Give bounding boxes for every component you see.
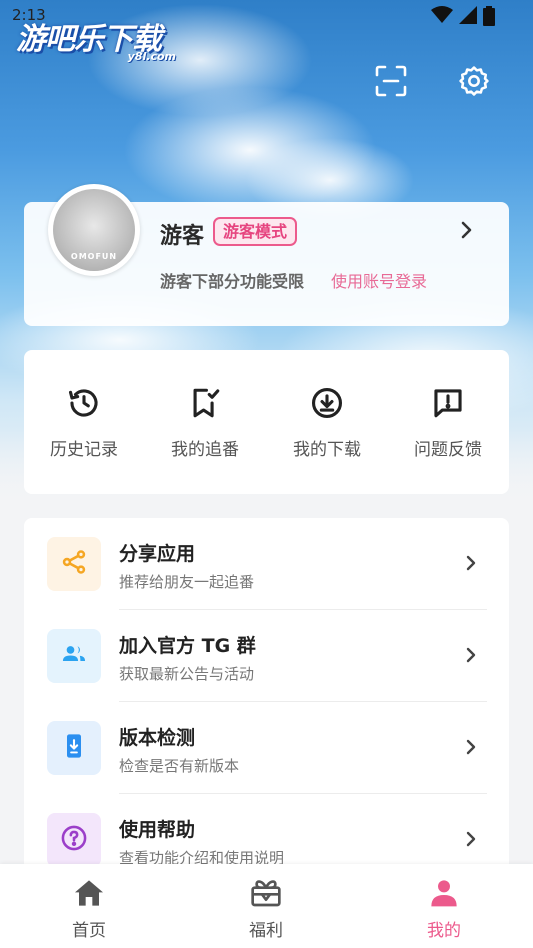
chevron-right-icon (464, 738, 478, 760)
menu-subtitle: 检查是否有新版本 (119, 757, 240, 775)
battery-icon (483, 6, 495, 30)
menu-title: 版本检测 (119, 727, 196, 749)
nav-label: 首页 (72, 921, 106, 941)
chevron-right-icon (464, 646, 478, 668)
menu-item-share[interactable]: 分享应用 推荐给朋友一起追番 (24, 518, 509, 610)
logo-sub: y8l.com (127, 50, 176, 63)
download-icon (310, 385, 344, 421)
app-logo: 游吧乐下载 y8l.com (16, 14, 186, 69)
chevron-right-icon[interactable] (458, 220, 476, 244)
history-icon (67, 385, 101, 421)
help-icon-box (47, 813, 101, 867)
help-icon (60, 824, 88, 856)
bottom-nav: 首页 福利 我的 (0, 864, 533, 948)
signal-icon (459, 6, 477, 30)
group-icon (60, 640, 88, 672)
phone-update-icon-box (47, 721, 101, 775)
group-icon-box (47, 629, 101, 683)
scan-button[interactable] (372, 64, 410, 102)
wifi-icon (431, 6, 453, 30)
nav-tab-home[interactable]: 首页 (49, 878, 129, 941)
quick-action-label: 我的下载 (293, 440, 361, 460)
gear-icon (457, 64, 491, 102)
nav-label: 福利 (249, 921, 283, 941)
login-link[interactable]: 使用账号登录 (331, 268, 427, 292)
quick-action-downloads[interactable]: 我的下载 (277, 385, 377, 460)
menu-item-tg-group[interactable]: 加入官方 TG 群 获取最新公告与活动 (24, 610, 509, 702)
quick-action-label: 历史记录 (50, 440, 118, 460)
home-icon (73, 878, 105, 912)
menu-title: 加入官方 TG 群 (119, 635, 256, 657)
guest-mode-badge: 游客模式 (213, 217, 298, 246)
chevron-right-icon (464, 830, 478, 852)
guest-limit-text: 游客下部分功能受限 (160, 272, 305, 291)
avatar-image: OMOFUN (53, 189, 135, 271)
scan-icon (374, 64, 408, 102)
menu-item-version-check[interactable]: 版本检测 检查是否有新版本 (24, 702, 509, 794)
user-name: 游客 (160, 224, 205, 249)
share-icon-box (47, 537, 101, 591)
nav-label: 我的 (427, 921, 461, 941)
menu-subtitle: 推荐给朋友一起追番 (119, 573, 255, 591)
menu-subtitle: 获取最新公告与活动 (119, 665, 255, 683)
quick-action-label: 我的追番 (171, 440, 239, 460)
share-icon (60, 548, 88, 580)
quick-action-history[interactable]: 历史记录 (34, 385, 134, 460)
user-icon (428, 878, 460, 912)
nav-tab-mine[interactable]: 我的 (404, 878, 484, 941)
quick-action-label: 问题反馈 (414, 440, 482, 460)
menu-title: 分享应用 (119, 543, 196, 565)
settings-button[interactable] (455, 64, 493, 102)
quick-action-feedback[interactable]: 问题反馈 (398, 385, 498, 460)
status-icons (431, 6, 495, 30)
avatar[interactable]: OMOFUN (48, 184, 140, 276)
avatar-brand: OMOFUN (70, 252, 118, 261)
phone-update-icon (60, 732, 88, 764)
chevron-right-icon (464, 554, 478, 576)
quick-action-following[interactable]: 我的追番 (155, 385, 255, 460)
gift-icon (250, 878, 282, 912)
settings-menu: 分享应用 推荐给朋友一起追番 加入官方 TG 群 获取最新公告与活动 版本检测 … (24, 518, 509, 878)
bookmark-check-icon (188, 385, 222, 421)
feedback-icon (431, 385, 465, 421)
menu-title: 使用帮助 (119, 819, 196, 841)
nav-tab-benefits[interactable]: 福利 (226, 878, 306, 941)
